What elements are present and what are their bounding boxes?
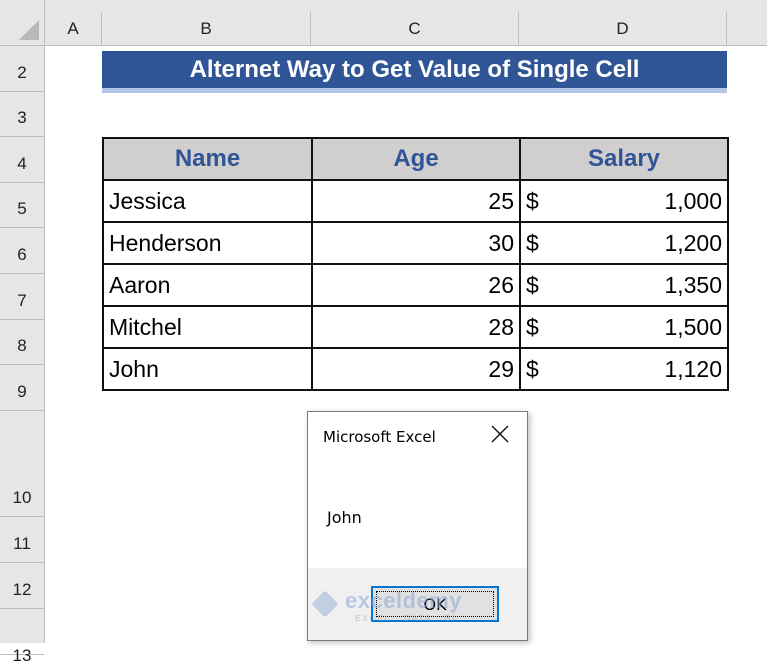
cell-salary[interactable]: $1,200 <box>519 221 729 265</box>
cell-name[interactable]: Aaron <box>102 263 313 307</box>
select-all-triangle-icon <box>19 20 39 40</box>
table-row: Jessica 25 $1,000 <box>102 179 729 223</box>
row-header-11[interactable]: 11 <box>0 517 44 563</box>
dialog-title: Microsoft Excel <box>323 428 436 446</box>
row-header-bar: 2 3 4 5 6 7 8 9 10 11 12 13 <box>0 46 45 665</box>
cell-age[interactable]: 30 <box>311 221 521 265</box>
currency-symbol: $ <box>526 229 539 256</box>
currency-symbol: $ <box>526 271 539 298</box>
salary-value: 1,120 <box>664 355 722 382</box>
cell-age[interactable]: 25 <box>311 179 521 223</box>
header-name[interactable]: Name <box>102 137 313 181</box>
row-header-3[interactable]: 3 <box>0 92 44 137</box>
cell-name[interactable]: John <box>102 347 313 391</box>
cell-name[interactable]: Jessica <box>102 179 313 223</box>
table-row: John 29 $1,120 <box>102 347 729 391</box>
table-row: Henderson 30 $1,200 <box>102 221 729 265</box>
currency-symbol: $ <box>526 313 539 340</box>
cell-age[interactable]: 26 <box>311 263 521 307</box>
row-header-2[interactable]: 2 <box>0 46 44 92</box>
salary-value: 1,000 <box>664 187 722 214</box>
salary-value: 1,500 <box>664 313 722 340</box>
row-header-7[interactable]: 7 <box>0 274 44 320</box>
column-header-c[interactable]: C <box>311 12 519 46</box>
cell-salary[interactable]: $1,120 <box>519 347 729 391</box>
cell-salary[interactable]: $1,000 <box>519 179 729 223</box>
cell-name[interactable]: Mitchel <box>102 305 313 349</box>
currency-symbol: $ <box>526 187 539 214</box>
table-row: Aaron 26 $1,350 <box>102 263 729 307</box>
column-header-b[interactable]: B <box>102 12 311 46</box>
cell-name[interactable]: Henderson <box>102 221 313 265</box>
salary-value: 1,200 <box>664 229 722 256</box>
table-row: Mitchel 28 $1,500 <box>102 305 729 349</box>
cell-age[interactable]: 29 <box>311 347 521 391</box>
cell-age[interactable]: 28 <box>311 305 521 349</box>
cell-salary[interactable]: $1,500 <box>519 305 729 349</box>
msgbox-dialog: Microsoft Excel John OK <box>307 411 528 641</box>
select-all-button[interactable] <box>0 0 45 46</box>
row-header-9[interactable]: 9 <box>0 365 44 411</box>
row-header-5[interactable]: 5 <box>0 183 44 228</box>
title-underline <box>102 88 727 93</box>
salary-value: 1,350 <box>664 271 722 298</box>
row-header-13-label: 13 <box>12 646 32 665</box>
ok-button[interactable]: OK <box>371 586 499 622</box>
row-header-8[interactable]: 8 <box>0 320 44 365</box>
ok-button-label: OK <box>376 591 494 617</box>
header-salary[interactable]: Salary <box>519 137 729 181</box>
sheet-title[interactable]: Alternet Way to Get Value of Single Cell <box>102 51 727 88</box>
column-header-d[interactable]: D <box>519 12 727 46</box>
row-header-12[interactable]: 12 <box>0 563 44 609</box>
row-header-4[interactable]: 4 <box>0 137 44 183</box>
table-header-row: Name Age Salary <box>102 137 729 181</box>
currency-symbol: $ <box>526 355 539 382</box>
row-header-6[interactable]: 6 <box>0 228 44 274</box>
column-header-a[interactable]: A <box>45 12 102 46</box>
close-icon[interactable] <box>489 424 511 446</box>
dialog-footer: OK <box>308 568 527 640</box>
dialog-message: John <box>327 508 362 527</box>
header-age[interactable]: Age <box>311 137 521 181</box>
column-header-bar: A B C D <box>0 0 767 46</box>
row-header-13[interactable]: 13 <box>0 609 44 665</box>
row-header-10[interactable]: 10 <box>0 411 44 517</box>
employee-table: Name Age Salary Jessica 25 $1,000 Hender… <box>102 137 729 391</box>
cell-salary[interactable]: $1,350 <box>519 263 729 307</box>
close-x-glyph <box>491 425 509 443</box>
